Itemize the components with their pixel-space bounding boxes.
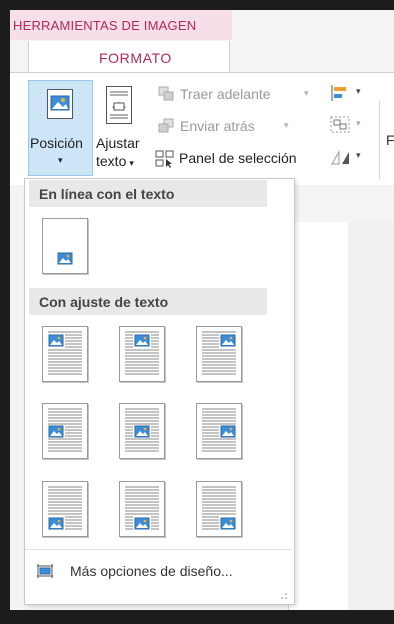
selection-pane-label: Panel de selección xyxy=(179,150,297,166)
wrap-layout-icon xyxy=(48,486,82,530)
position-middle-right-option[interactable] xyxy=(196,403,242,459)
contextual-tab-title: HERRAMIENTAS DE IMAGEN xyxy=(13,18,197,33)
selection-pane-icon xyxy=(155,150,174,168)
position-middle-left-option[interactable] xyxy=(42,403,88,459)
chevron-down-icon: ▾ xyxy=(356,118,361,128)
section-header-wrap: Con ajuste de texto xyxy=(29,288,267,315)
send-backward-label: Enviar atrás xyxy=(180,118,255,134)
wrap-layout-icon xyxy=(125,408,159,452)
wrap-layout-icon xyxy=(202,486,236,530)
position-button[interactable]: Posición ▾ xyxy=(28,80,93,176)
align-icon xyxy=(331,85,346,101)
document-background xyxy=(348,222,394,614)
document-page xyxy=(288,222,349,614)
position-bottom-right-option[interactable] xyxy=(196,481,242,537)
position-top-right-option[interactable] xyxy=(196,326,242,382)
rotate-icon xyxy=(331,150,349,165)
chevron-down-icon: ▾ xyxy=(284,120,289,130)
more-layout-options-label: Más opciones de diseño... xyxy=(70,563,233,579)
position-inline-option[interactable] xyxy=(42,218,88,274)
wrap-layout-icon xyxy=(57,252,73,265)
position-icon xyxy=(47,89,73,119)
chevron-down-icon: ▾ xyxy=(129,158,134,168)
section-inline-label: En línea con el texto xyxy=(39,186,175,202)
wrap-layout-icon xyxy=(202,408,236,452)
position-bottom-center-option[interactable] xyxy=(119,481,165,537)
wrap-layout-icon xyxy=(48,331,82,375)
ribbon-cut-label: F xyxy=(386,132,394,148)
rotate-button[interactable]: ▾ xyxy=(330,148,370,166)
chevron-down-icon: ▾ xyxy=(356,150,361,160)
position-top-left-option[interactable] xyxy=(42,326,88,382)
position-label: Posición xyxy=(30,135,83,151)
wrap-layout-icon xyxy=(125,486,159,530)
menu-divider xyxy=(25,549,292,550)
ribbon-group-separator xyxy=(379,100,380,180)
wrap-text-label-line1: Ajustar xyxy=(96,135,140,151)
wrap-layout-icon xyxy=(202,331,236,375)
bring-forward-icon xyxy=(158,86,174,101)
chevron-down-icon: ▾ xyxy=(356,86,361,96)
send-backward-icon xyxy=(158,118,174,133)
group-button[interactable]: ▾ xyxy=(330,116,370,134)
contextual-tab-header: HERRAMIENTAS DE IMAGEN xyxy=(10,10,232,40)
layout-options-icon xyxy=(37,564,53,578)
wrap-text-icon xyxy=(106,86,132,124)
position-middle-center-option[interactable] xyxy=(119,403,165,459)
wrap-layout-icon xyxy=(48,408,82,452)
bring-forward-label: Traer adelante xyxy=(180,86,271,102)
wrap-text-label: Ajustar texto ▾ xyxy=(96,134,140,172)
wrap-layout-icon xyxy=(125,331,159,375)
window-bottom-border xyxy=(10,610,394,624)
align-button[interactable]: ▾ xyxy=(330,84,370,102)
section-header-inline: En línea con el texto xyxy=(29,180,267,207)
tab-formato[interactable]: FORMATO xyxy=(28,41,230,73)
position-bottom-left-option[interactable] xyxy=(42,481,88,537)
wrap-text-label-line2: texto xyxy=(96,153,127,169)
more-layout-options-button[interactable]: Más opciones de diseño... xyxy=(36,558,276,586)
tab-formato-label: FORMATO xyxy=(99,50,172,66)
section-wrap-label: Con ajuste de texto xyxy=(39,294,169,310)
group-icon xyxy=(330,116,350,133)
position-top-center-option[interactable] xyxy=(119,326,165,382)
chevron-down-icon: ▾ xyxy=(304,88,309,98)
resize-grip-icon[interactable] xyxy=(278,590,288,600)
chevron-down-icon: ▾ xyxy=(58,155,63,165)
